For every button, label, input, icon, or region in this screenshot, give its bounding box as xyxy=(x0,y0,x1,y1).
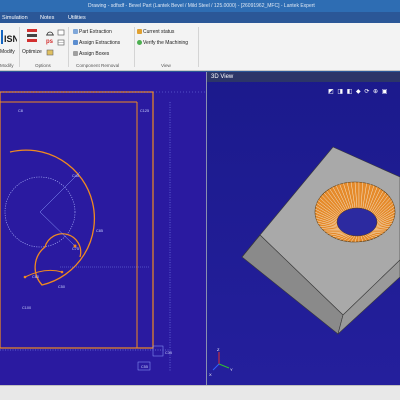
verify-machining-button[interactable]: Verify the Machining xyxy=(137,40,188,47)
assign-boxes-icon xyxy=(73,51,78,56)
assign-boxes-button[interactable]: Assign Boxes xyxy=(73,51,109,58)
dimension-line xyxy=(39,211,76,247)
menu-item-notes[interactable]: Notes xyxy=(40,15,54,21)
menu-bar: Simulation Notes Utilities xyxy=(0,12,400,23)
contour-segment xyxy=(24,269,63,278)
sheet-icon[interactable] xyxy=(57,29,65,36)
dome-icon[interactable] xyxy=(46,29,54,36)
group-separator xyxy=(19,27,20,67)
modify-group-label: Modify xyxy=(0,63,14,68)
view-zoom-icon[interactable]: ⊕ xyxy=(373,89,379,95)
axis-y-label: Y xyxy=(230,367,233,372)
axis-x-label: X xyxy=(209,372,212,377)
layers-icon[interactable] xyxy=(46,49,54,56)
menu-item-simulation[interactable]: Simulation xyxy=(2,15,28,21)
isn-icon[interactable]: ISN xyxy=(1,29,19,47)
view-group-label: View xyxy=(161,63,171,68)
assign-extractions-label: Assign Extractions xyxy=(79,40,121,46)
group-separator xyxy=(68,27,69,67)
part-extraction-icon xyxy=(73,29,78,34)
verify-machining-label: Verify the Machining xyxy=(143,40,189,46)
current-status-button[interactable]: Current status xyxy=(137,29,174,36)
optimize-button[interactable]: Optimize xyxy=(22,49,42,55)
dim-label: C35 xyxy=(165,351,172,355)
axis-z-label: Z xyxy=(217,347,220,352)
assign-boxes-label: Assign Boxes xyxy=(79,51,110,57)
ps-icon[interactable]: ps xyxy=(46,39,53,45)
options-group-label: Options xyxy=(35,63,51,68)
assign-extractions-icon xyxy=(73,40,78,45)
view-fit-icon[interactable]: ▣ xyxy=(382,89,389,95)
isn-icon-text: ISN xyxy=(4,34,17,44)
view-top-icon[interactable]: ◩ xyxy=(328,89,335,95)
dim-label: C100 xyxy=(22,306,31,310)
contour-arc xyxy=(9,149,95,286)
marker-dot xyxy=(60,270,64,274)
dim-label: C45 xyxy=(72,174,79,178)
group-separator xyxy=(198,27,199,67)
dim-label: C75 xyxy=(72,247,79,251)
axis-x-line xyxy=(212,363,220,371)
dim-label: C60 xyxy=(32,275,39,279)
marker-dot xyxy=(23,275,27,279)
view-3d-title: 3D View xyxy=(211,73,234,80)
current-status-icon xyxy=(137,29,142,34)
optimize-icon[interactable] xyxy=(25,28,39,44)
small-box xyxy=(152,345,164,357)
window-title: Drawing - sdfsdf - Bevel Part (Lantek Be… xyxy=(88,3,315,9)
view-side-icon[interactable]: ◧ xyxy=(347,89,354,95)
view-rotate-icon[interactable]: ⟳ xyxy=(364,89,370,95)
drawing-svg: C8 C45 C85 C125 C100 C75 C60 C50 C35 C55 xyxy=(0,91,205,372)
ribbon: ISN Modify Modify Optimize ps Options Pa… xyxy=(0,23,400,71)
dim-label: C85 xyxy=(96,229,103,233)
verify-machining-icon xyxy=(137,40,142,45)
assign-extractions-button[interactable]: Assign Extractions xyxy=(73,40,120,47)
view-3d-canvas[interactable]: Z Y X xyxy=(207,72,400,385)
dim-label: C125 xyxy=(140,109,149,113)
component-removal-group-label: Component Removal xyxy=(76,63,120,68)
view-front-icon[interactable]: ◨ xyxy=(337,89,344,95)
status-bar xyxy=(0,385,400,400)
dimension-line xyxy=(39,171,81,213)
view-iso-icon[interactable]: ◆ xyxy=(356,89,362,95)
dim-label: C50 xyxy=(58,285,65,289)
group-separator xyxy=(134,27,135,67)
modify-button[interactable]: Modify xyxy=(0,49,15,55)
current-status-label: Current status xyxy=(143,29,175,35)
view-3d-svg: Z Y X xyxy=(209,146,400,377)
part-extraction-button[interactable]: Part Extraction xyxy=(73,29,112,36)
dim-label: C8 xyxy=(18,109,23,113)
table-icon[interactable] xyxy=(57,39,65,46)
view-toolbar: ◩ ◨ ◧ ◆ ⟳ ⊕ ▣ xyxy=(328,88,398,97)
title-bar: Drawing - sdfsdf - Bevel Part (Lantek Be… xyxy=(0,0,400,12)
part-extraction-label: Part Extraction xyxy=(79,29,112,35)
drawing-canvas[interactable]: C8 C45 C85 C125 C100 C75 C60 C50 C35 C55 xyxy=(0,72,206,385)
view-3d-header: 3D View xyxy=(207,72,400,82)
bevel-hole-inner xyxy=(336,207,378,237)
dim-label: C55 xyxy=(141,365,148,369)
menu-item-utilities[interactable]: Utilities xyxy=(68,15,86,21)
axis-y-line xyxy=(218,363,230,369)
